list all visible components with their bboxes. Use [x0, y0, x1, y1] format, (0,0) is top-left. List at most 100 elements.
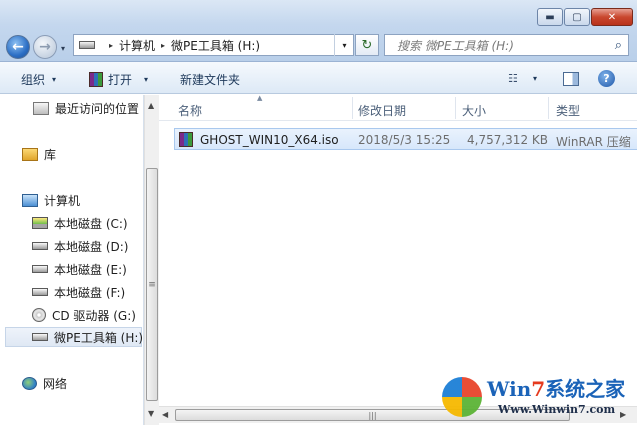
watermark-title: Win7系统之家 — [487, 373, 625, 402]
winrar-archive-icon — [179, 132, 193, 147]
watermark-title-cn: 系统之家 — [545, 377, 626, 401]
sidebar-item-recent-places[interactable]: 最近访问的位置 — [33, 98, 139, 118]
sidebar-item-label: CD 驱动器 (G:) — [52, 308, 136, 323]
column-header-label: 修改日期 — [358, 104, 407, 118]
column-header-label: 大小 — [462, 104, 487, 118]
close-button[interactable]: ✕ — [591, 8, 633, 26]
command-bar: 组织 ▾ 打开 ▾ 新建文件夹 ☷ ▾ ? — [0, 62, 637, 94]
scrollbar-thumb[interactable]: ≡ — [146, 168, 158, 401]
file-row[interactable]: GHOST_WIN10_X64.iso 2018/5/3 15:25 4,757… — [174, 128, 637, 150]
view-options-icon[interactable]: ☷ — [508, 72, 518, 85]
drive-icon — [79, 41, 95, 49]
sidebar-item-computer[interactable]: 计算机 — [22, 190, 80, 210]
maximize-button[interactable]: ▢ — [564, 8, 590, 26]
open-label: 打开 — [108, 73, 133, 87]
sidebar-item-network[interactable]: 网络 — [22, 373, 67, 393]
cd-drive-icon — [32, 308, 46, 322]
column-header-row: 名称 ▲ 修改日期 大小 类型 — [159, 94, 637, 121]
recent-pages-dropdown[interactable]: ▾ — [61, 44, 65, 53]
view-options-dropdown[interactable]: ▾ — [533, 74, 537, 83]
sidebar-item-label: 库 — [44, 147, 57, 162]
scroll-down-button[interactable]: ▼ — [148, 409, 154, 418]
minimize-button[interactable]: ▬ — [537, 8, 563, 26]
disk-icon — [32, 333, 48, 341]
search-icon[interactable]: ⌕ — [615, 38, 622, 53]
disk-icon — [32, 265, 48, 273]
arrow-left-icon: ← — [12, 39, 24, 55]
file-size: 4,757,312 KB — [467, 133, 548, 147]
sidebar-item-libraries[interactable]: 库 — [22, 144, 56, 164]
column-header-name[interactable]: 名称 — [178, 102, 202, 119]
recent-places-icon — [33, 101, 49, 115]
new-folder-label: 新建文件夹 — [180, 73, 241, 87]
file-modified-date: 2018/5/3 15:25 — [358, 133, 451, 147]
open-button[interactable]: 打开 ▾ — [89, 71, 148, 88]
sidebar-item-label: 计算机 — [44, 193, 81, 208]
column-header-type[interactable]: 类型 — [556, 102, 580, 119]
breadcrumb-drive-h[interactable]: 微PE工具箱 (H:) — [171, 37, 260, 54]
back-button[interactable]: ← — [6, 35, 30, 59]
organize-button[interactable]: 组织 ▾ — [21, 71, 56, 88]
help-icon[interactable]: ? — [598, 70, 615, 87]
grip-icon: ≡ — [148, 279, 156, 290]
watermark-title-win: Win — [487, 377, 532, 401]
winrar-icon — [89, 72, 103, 87]
sidebar-item-drive-g[interactable]: CD 驱动器 (G:) — [32, 305, 136, 325]
sidebar-item-label: 最近访问的位置 — [55, 101, 140, 116]
navigation-pane: 最近访问的位置 库 计算机 本地磁盘 (C:) 本地磁盘 (D:) 本地磁盘 (… — [0, 95, 144, 425]
sidebar-item-drive-c[interactable]: 本地磁盘 (C:) — [32, 213, 128, 233]
sidebar-item-label: 网络 — [43, 376, 68, 391]
column-divider[interactable] — [548, 97, 549, 119]
address-bar[interactable]: ▸ 计算机 ▸ 微PE工具箱 (H:) ▾ — [73, 34, 354, 56]
organize-label: 组织 — [21, 73, 46, 87]
watermark-url: Www.Winwin7.com — [498, 403, 616, 416]
refresh-icon: ↻ — [361, 37, 373, 53]
watermark-title-7: 7 — [531, 377, 546, 401]
file-type: WinRAR 压缩 — [556, 135, 631, 149]
sidebar-item-drive-d[interactable]: 本地磁盘 (D:) — [32, 236, 128, 256]
column-divider[interactable] — [352, 97, 353, 119]
refresh-button[interactable]: ↻ — [355, 34, 379, 56]
sidebar-item-drive-e[interactable]: 本地磁盘 (E:) — [32, 259, 127, 279]
column-header-label: 类型 — [556, 104, 581, 118]
search-input[interactable]: 搜索 微PE工具箱 (H:) ⌕ — [384, 34, 629, 56]
sidebar-item-drive-f[interactable]: 本地磁盘 (F:) — [32, 282, 125, 302]
navigation-pane-scrollbar[interactable]: ▲ ≡ ▼ — [144, 95, 159, 425]
column-divider[interactable] — [455, 97, 456, 119]
breadcrumb-separator[interactable]: ▸ — [161, 41, 165, 50]
system-disk-icon — [32, 217, 48, 229]
site-watermark: Win7系统之家 Www.Winwin7.com — [440, 371, 637, 425]
address-dropdown-button[interactable]: ▾ — [334, 34, 354, 56]
sidebar-item-label: 本地磁盘 (E:) — [54, 262, 127, 277]
scroll-up-button[interactable]: ▲ — [148, 101, 154, 110]
preview-pane-icon[interactable] — [563, 72, 579, 86]
windows-logo-icon — [442, 377, 482, 417]
scroll-left-button[interactable]: ◀ — [162, 410, 168, 419]
sidebar-item-label: 本地磁盘 (F:) — [54, 285, 126, 300]
chevron-down-icon: ▾ — [144, 75, 149, 84]
sort-ascending-icon: ▲ — [257, 94, 263, 102]
forward-button[interactable]: → — [33, 35, 57, 59]
libraries-icon — [22, 147, 38, 161]
sidebar-item-label: 本地磁盘 (D:) — [54, 239, 129, 254]
network-icon — [22, 376, 37, 390]
disk-icon — [32, 242, 48, 250]
arrow-right-icon: → — [39, 39, 51, 55]
window-controls: ▬ ▢ ✕ — [536, 8, 633, 26]
column-header-size[interactable]: 大小 — [462, 102, 486, 119]
grip-icon: ||| — [368, 410, 377, 420]
chevron-down-icon: ▾ — [342, 40, 347, 50]
sidebar-item-label: 微PE工具箱 (H:) — [54, 330, 144, 345]
title-bar: ▬ ▢ ✕ ← → ▾ ▸ 计算机 ▸ 微PE工具箱 (H:) ▾ ↻ 搜索 微… — [0, 0, 637, 62]
disk-icon — [32, 288, 48, 296]
new-folder-button[interactable]: 新建文件夹 — [180, 71, 240, 88]
sidebar-item-drive-h[interactable]: 微PE工具箱 (H:) — [5, 327, 144, 347]
search-placeholder: 搜索 微PE工具箱 (H:) — [397, 38, 514, 53]
breadcrumb-computer[interactable]: 计算机 — [119, 37, 155, 54]
sidebar-item-label: 本地磁盘 (C:) — [54, 216, 128, 231]
file-name: GHOST_WIN10_X64.iso — [200, 133, 339, 147]
breadcrumb-separator[interactable]: ▸ — [109, 41, 113, 50]
column-header-date-modified[interactable]: 修改日期 — [358, 102, 406, 119]
chevron-down-icon: ▾ — [52, 75, 57, 84]
computer-icon — [22, 193, 38, 207]
